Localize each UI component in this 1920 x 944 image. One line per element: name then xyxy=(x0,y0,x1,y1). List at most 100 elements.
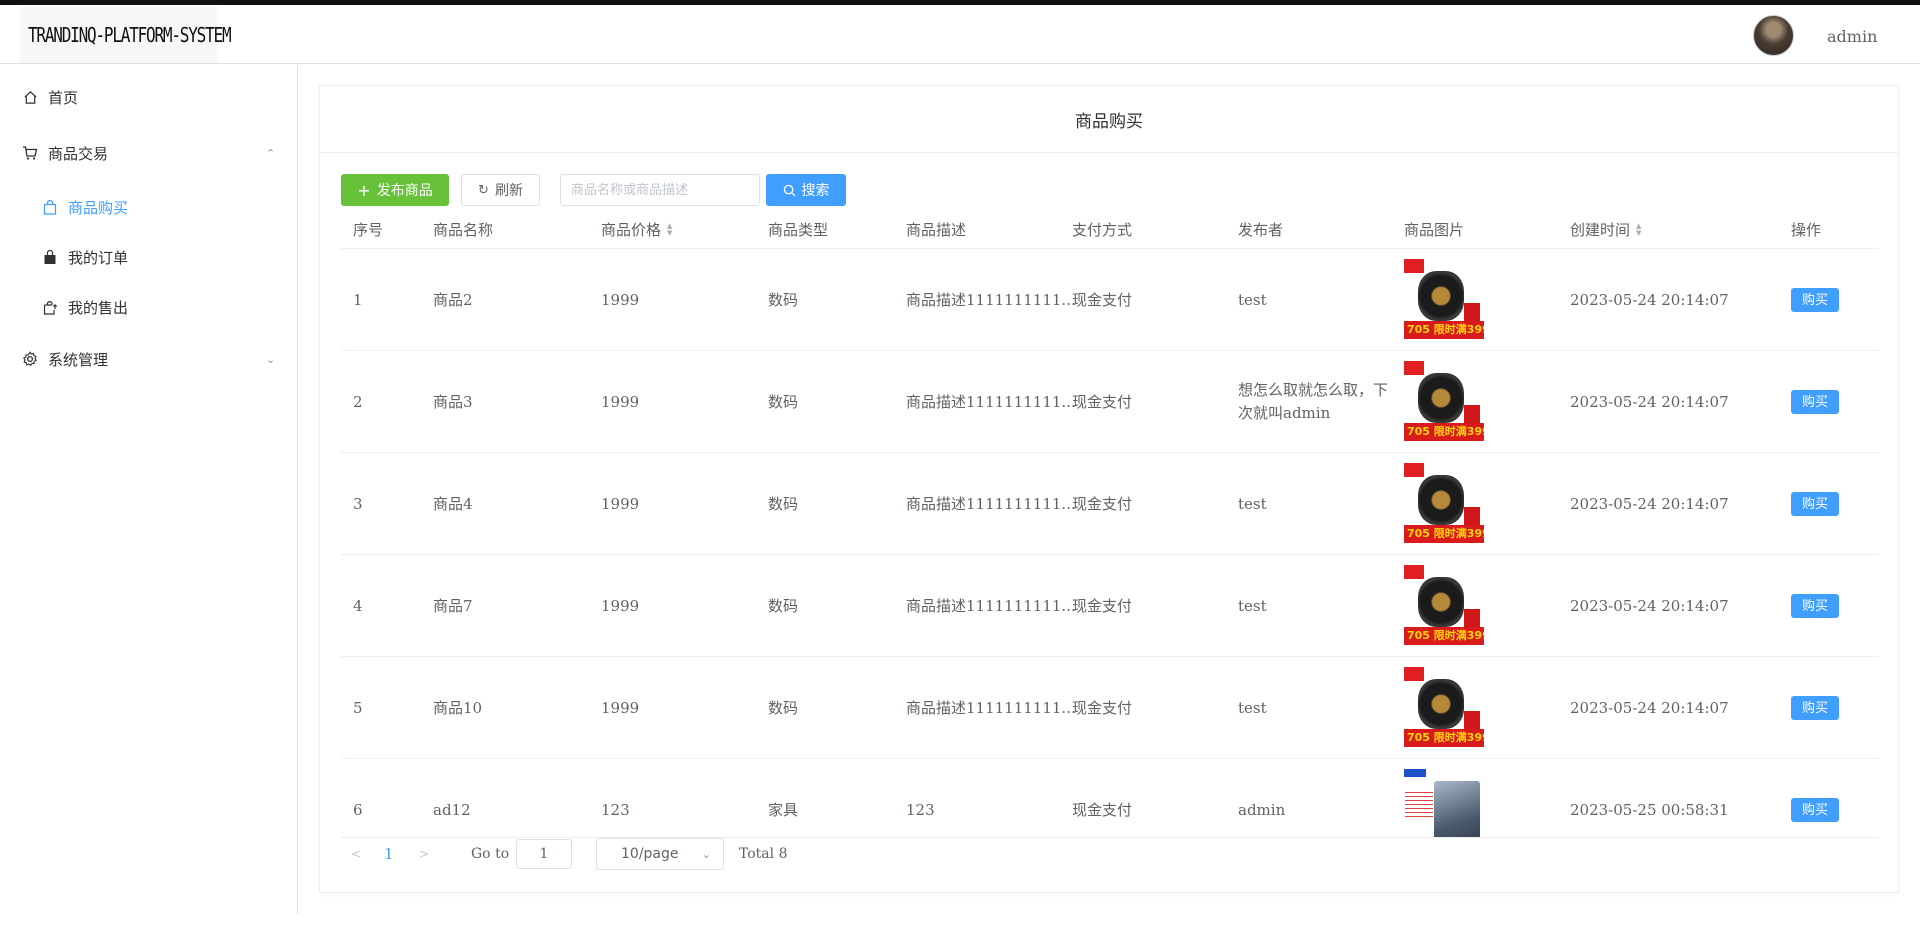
cell-pay: 现金支付 xyxy=(1072,290,1133,309)
table-row: 2 商品3 1999 数码 商品描述1111111111... 现金支付 想怎么… xyxy=(341,351,1879,453)
cell-desc: 商品描述1111111111... xyxy=(906,494,1076,513)
sort-icon[interactable]: ▲ ▼ xyxy=(1636,222,1641,237)
cell-desc: 商品描述1111111111... xyxy=(906,290,1076,309)
cell-type: 数码 xyxy=(768,494,799,513)
avatar[interactable] xyxy=(1753,15,1794,56)
sidebar-item-label: 商品交易 xyxy=(48,144,109,163)
cell-action: 购买 xyxy=(1791,351,1839,453)
refresh-label: 刷新 xyxy=(494,183,523,199)
cell-index: 2 xyxy=(353,392,363,411)
logo[interactable]: TRANDINQ-PLATFORM-SYSTEM xyxy=(20,7,232,63)
cell-index: 4 xyxy=(353,596,363,615)
cell-name: 商品7 xyxy=(433,596,473,615)
sidebar-item-label: 首页 xyxy=(48,88,79,107)
page-size-select[interactable]: 10/page ⌄ xyxy=(596,838,724,870)
cell-name: 商品10 xyxy=(433,698,483,717)
cell-pay: 现金支付 xyxy=(1072,494,1133,513)
table-row: 5 商品10 1999 数码 商品描述1111111111... 现金支付 te… xyxy=(341,657,1879,759)
cell-action: 购买 xyxy=(1791,759,1839,837)
cell-name: ad12 xyxy=(433,800,471,819)
cell-desc: 123 xyxy=(906,800,935,819)
column-header-price[interactable]: 商品价格 ▲ ▼ xyxy=(601,210,672,249)
cell-publisher: test xyxy=(1238,596,1267,615)
cell-action: 购买 xyxy=(1791,657,1839,759)
sidebar: 首页 商品交易 ⌃ 商品购买 我的订单 我的售出 系统管理 ⌄ xyxy=(0,65,298,914)
cell-name: 商品2 xyxy=(433,290,473,309)
sidebar-item-my-sales[interactable]: 我的售出 xyxy=(0,287,297,327)
cell-pay: 现金支付 xyxy=(1072,698,1133,717)
product-image[interactable] xyxy=(1404,769,1484,837)
cell-pay: 现金支付 xyxy=(1072,596,1133,615)
search-input[interactable] xyxy=(560,174,760,206)
sidebar-item-my-orders[interactable]: 我的订单 xyxy=(0,237,297,277)
product-image[interactable]: 705 限时满399减200 xyxy=(1404,565,1484,645)
refresh-icon: ↻ xyxy=(478,182,489,198)
product-image[interactable]: 705 限时满399减200 xyxy=(1404,463,1484,543)
table-row: 1 商品2 1999 数码 商品描述1111111111... 现金支付 tes… xyxy=(341,249,1879,351)
cell-price: 1999 xyxy=(601,290,640,309)
cell-index: 3 xyxy=(353,494,363,513)
page-number[interactable]: 1 xyxy=(384,838,394,870)
content-card: 商品购买 + 发布商品 ↻ 刷新 搜索 序号 商品名称 商品价格 ▲▼ 商品类型 … xyxy=(319,85,1899,893)
sidebar-item-trading[interactable]: 商品交易 ⌃ xyxy=(0,133,297,173)
cell-price: 123 xyxy=(601,800,630,819)
cell-desc: 商品描述1111111111... xyxy=(906,392,1076,411)
sidebar-item-label: 我的售出 xyxy=(68,298,129,317)
gear-icon xyxy=(22,351,38,367)
sidebar-item-system[interactable]: 系统管理 ⌄ xyxy=(0,339,297,379)
buy-button[interactable]: 购买 xyxy=(1791,594,1839,618)
buy-button[interactable]: 购买 xyxy=(1791,390,1839,414)
cell-type: 数码 xyxy=(768,392,799,411)
search-label: 搜索 xyxy=(801,183,830,199)
cell-created: 2023-05-25 00:58:31 xyxy=(1570,800,1729,819)
cell-desc: 商品描述1111111111... xyxy=(906,596,1076,615)
buy-button[interactable]: 购买 xyxy=(1791,798,1839,822)
cell-desc: 商品描述1111111111... xyxy=(906,698,1076,717)
sidebar-item-label: 我的订单 xyxy=(68,248,129,267)
column-header-created[interactable]: 创建时间 ▲ ▼ xyxy=(1570,210,1641,249)
image-badge-text: 705 限时满399减200 xyxy=(1404,525,1484,543)
next-page-icon[interactable]: > xyxy=(419,838,429,870)
prev-page-icon[interactable]: < xyxy=(351,838,361,870)
sidebar-item-buy[interactable]: 商品购买 xyxy=(0,187,297,227)
cell-index: 1 xyxy=(353,290,363,309)
table-row: 4 商品7 1999 数码 商品描述1111111111... 现金支付 tes… xyxy=(341,555,1879,657)
sidebar-item-label: 系统管理 xyxy=(48,350,109,369)
search-icon xyxy=(783,184,796,197)
cell-name: 商品3 xyxy=(433,392,473,411)
publish-button[interactable]: + 发布商品 xyxy=(341,174,449,206)
sidebar-item-home[interactable]: 首页 xyxy=(0,77,297,117)
cell-created: 2023-05-24 20:14:07 xyxy=(1570,596,1729,615)
product-image[interactable]: 705 限时满399减200 xyxy=(1404,667,1484,747)
product-image[interactable]: 705 限时满399减200 xyxy=(1404,259,1484,339)
refresh-button[interactable]: ↻ 刷新 xyxy=(461,174,540,206)
user-name[interactable]: admin xyxy=(1827,27,1877,46)
table-row: 6 ad12 123 家具 123 现金支付 admin 2023-05-25 … xyxy=(341,759,1879,838)
cell-created: 2023-05-24 20:14:07 xyxy=(1570,494,1729,513)
column-header: 商品类型 xyxy=(768,221,829,239)
cell-publisher: admin xyxy=(1238,800,1286,819)
bag-filled-icon xyxy=(42,249,58,265)
sidebar-item-label: 商品购买 xyxy=(68,198,129,217)
buy-button[interactable]: 购买 xyxy=(1791,492,1839,516)
cell-action: 购买 xyxy=(1791,249,1839,351)
product-image[interactable]: 705 限时满399减200 xyxy=(1404,361,1484,441)
image-badge-text: 705 限时满399减200 xyxy=(1404,423,1484,441)
publish-label: 发布商品 xyxy=(376,183,433,199)
buy-button[interactable]: 购买 xyxy=(1791,288,1839,312)
chevron-down-icon: ⌄ xyxy=(266,352,276,366)
cell-type: 数码 xyxy=(768,290,799,309)
goto-input[interactable] xyxy=(516,839,572,869)
column-header: 发布者 xyxy=(1238,221,1284,239)
cell-publisher: test xyxy=(1238,494,1267,513)
cell-pay: 现金支付 xyxy=(1072,800,1133,819)
total-count: Total 8 xyxy=(739,846,788,862)
table-header: 序号 商品名称 商品价格 ▲ ▼ 商品类型 商品描述 支付方式 发布者 商品图片 创… xyxy=(341,210,1879,249)
cell-type: 数码 xyxy=(768,596,799,615)
column-header: 序号 xyxy=(353,221,384,239)
buy-button[interactable]: 购买 xyxy=(1791,696,1839,720)
cell-type: 数码 xyxy=(768,698,799,717)
search-button[interactable]: 搜索 xyxy=(766,174,846,206)
sort-icon[interactable]: ▲ ▼ xyxy=(667,222,672,237)
product-table: 序号 商品名称 商品价格 ▲ ▼ 商品类型 商品描述 支付方式 发布者 商品图片 创… xyxy=(341,210,1879,838)
